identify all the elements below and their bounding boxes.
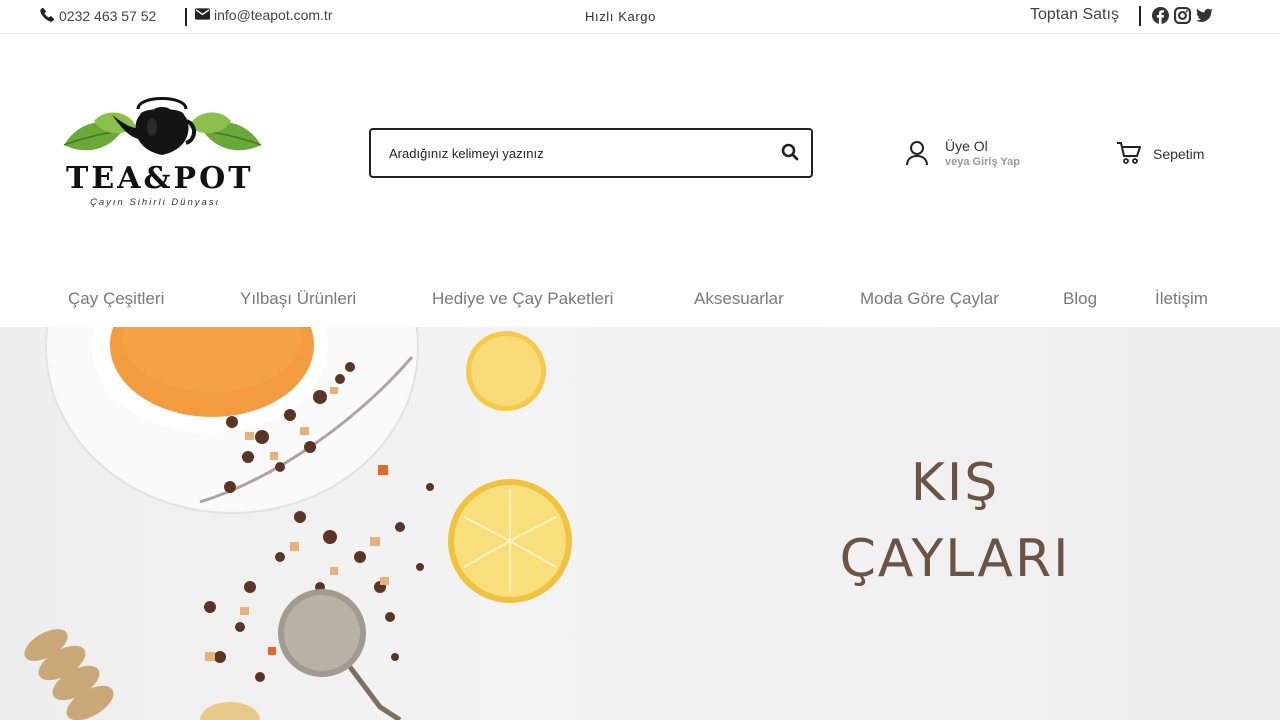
search-button[interactable]: [779, 143, 801, 165]
signup-label: Üye Ol: [945, 138, 988, 154]
nav-item-iletisim[interactable]: İletişim: [1155, 289, 1208, 309]
hero-title-line1: KIŞ: [910, 453, 1000, 513]
social-links: [1151, 6, 1213, 24]
cart-icon: [1116, 141, 1142, 170]
search-input[interactable]: [389, 142, 759, 164]
nav-item-moda-gore-caylar[interactable]: Moda Göre Çaylar: [860, 289, 999, 309]
envelope-icon: [195, 7, 210, 23]
nav-item-yilbasi-urunleri[interactable]: Yılbaşı Ürünleri: [240, 289, 356, 309]
hero-banner[interactable]: KIŞ ÇAYLARI: [0, 327, 1280, 720]
cart-label: Sepetim: [1153, 146, 1205, 162]
phone-icon: [40, 7, 55, 25]
facebook-icon[interactable]: [1151, 6, 1169, 24]
divider: [1139, 6, 1141, 26]
login-label: veya Giriş Yap: [945, 156, 1021, 168]
user-icon: [905, 140, 929, 171]
nav-item-blog[interactable]: Blog: [1063, 289, 1097, 309]
wholesale-link[interactable]: Toptan Satış: [1030, 6, 1119, 24]
phone-link[interactable]: 0232 463 57 52: [40, 7, 156, 25]
nav-item-cay-cesitleri[interactable]: Çay Çeşitleri: [68, 289, 164, 309]
email-address: info@teapot.com.tr: [214, 7, 333, 23]
phone-number: 0232 463 57 52: [59, 8, 157, 24]
instagram-icon[interactable]: [1173, 6, 1191, 24]
search-bar: [369, 128, 813, 178]
nav-item-aksesuarlar[interactable]: Aksesuarlar: [694, 289, 784, 309]
hero-title-line2: ÇAYLARI: [839, 529, 1071, 589]
nav-item-hediye-paketleri[interactable]: Hediye ve Çay Paketleri: [432, 289, 613, 309]
account-link[interactable]: Üye Ol veya Giriş Yap: [905, 138, 1045, 172]
teapot-leaves-graphic: [63, 97, 262, 155]
hero-title: KIŞ ÇAYLARI: [800, 445, 1110, 597]
divider: [185, 8, 187, 26]
search-icon: [781, 143, 799, 166]
twitter-icon[interactable]: [1195, 6, 1213, 24]
main-nav: Çay Çeşitleri Yılbaşı Ürünleri Hediye ve…: [0, 275, 1280, 327]
shipping-text: Hızlı Kargo: [585, 9, 656, 24]
logo-title: TEA&POT: [66, 161, 254, 196]
top-bar: 0232 463 57 52 info@teapot.com.tr Hızlı …: [0, 0, 1280, 34]
site-header: TEA&POT Çayın Sihirli Dünyası Üye Ol vey…: [0, 35, 1280, 275]
cart-link[interactable]: Sepetim: [1116, 141, 1216, 169]
logo-tagline: Çayın Sihirli Dünyası: [90, 197, 221, 208]
email-link[interactable]: info@teapot.com.tr: [195, 7, 333, 23]
